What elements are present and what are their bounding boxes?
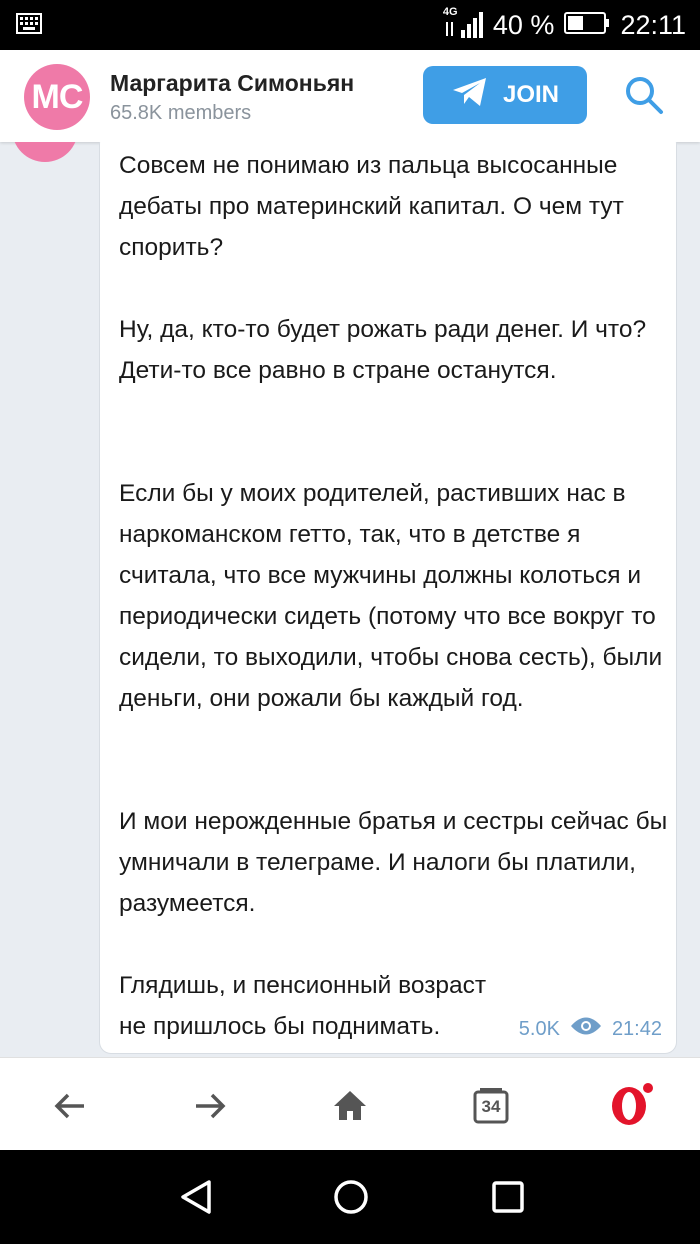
status-time: 22:11 [620, 9, 686, 40]
battery-icon [564, 11, 610, 40]
home-icon[interactable] [330, 1086, 370, 1126]
status-bar: 4G 40 % 22:11 [0, 0, 700, 50]
home-circle-icon[interactable] [332, 1178, 370, 1221]
battery-percent: 40 % [492, 9, 555, 40]
chat-area[interactable]: Совсем не понимаю из пальца высосанные д… [0, 142, 700, 1057]
message-author-avatar[interactable] [12, 142, 78, 162]
search-icon[interactable] [624, 75, 664, 115]
back-triangle-icon[interactable] [178, 1178, 214, 1221]
back-arrow-icon[interactable] [50, 1086, 90, 1126]
message-paragraph: Совсем не понимаю из пальца высосанные д… [119, 152, 624, 261]
telegram-plane-icon [451, 76, 489, 115]
opera-icon[interactable] [608, 1082, 654, 1128]
system-nav-bar [0, 1150, 700, 1244]
message-paragraph: И мои нерожденные братья и сестры сейчас… [119, 808, 668, 917]
tabs-icon[interactable]: 34 [471, 1086, 511, 1126]
tabs-count: 34 [481, 1097, 501, 1116]
member-count: 65.8K members [110, 102, 252, 124]
eye-icon [570, 1015, 602, 1043]
browser-toolbar: 34 [0, 1057, 700, 1151]
signal-icon: 4G [443, 6, 483, 40]
channel-name[interactable]: Маргарита Симоньян [110, 70, 354, 97]
message-paragraph: Ну, да, кто-то будет рожать ради денег. … [119, 316, 647, 384]
message-meta: 5.0K 21:42 [519, 1015, 662, 1043]
channel-avatar[interactable]: MC [24, 64, 90, 130]
join-button[interactable]: JOIN [423, 66, 587, 124]
message-paragraph: Если бы у моих родителей, растивших нас … [119, 480, 663, 712]
keyboard-icon [16, 12, 42, 41]
view-count: 5.0K [518, 1017, 560, 1040]
recents-square-icon[interactable] [490, 1178, 526, 1221]
message-time: 21:42 [611, 1017, 662, 1040]
message-bubble[interactable]: Совсем не понимаю из пальца высосанные д… [99, 142, 677, 1054]
forward-arrow-icon[interactable] [190, 1086, 230, 1126]
join-label: JOIN [502, 81, 559, 108]
message-paragraph: Глядишь, и пенсионный возраст не пришлос… [119, 972, 487, 1040]
channel-header: MC Маргарита Симоньян 65.8K members JOIN [0, 50, 700, 142]
